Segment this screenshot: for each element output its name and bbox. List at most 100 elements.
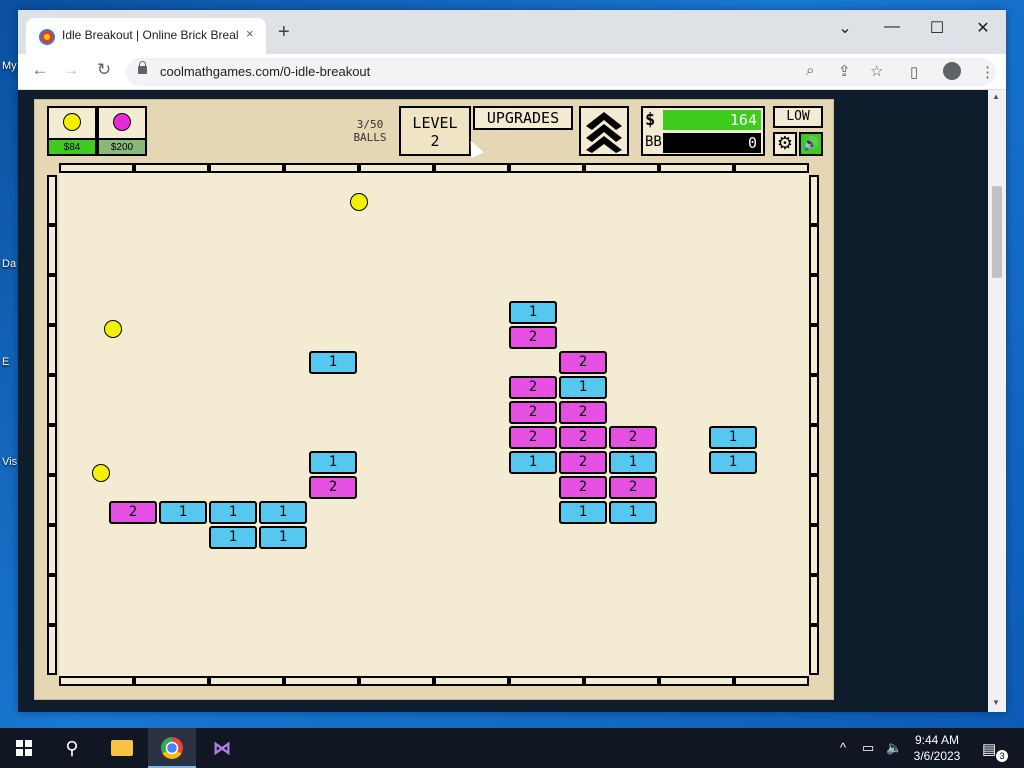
brick[interactable]: 2 — [559, 476, 607, 499]
new-tab-button[interactable]: + — [278, 22, 290, 42]
tab-strip: Idle Breakout | Online Brick Breal × + ⌄… — [18, 10, 1006, 54]
upgrades-button[interactable]: UPGRADES — [473, 106, 573, 130]
right-rail-segment — [809, 275, 819, 325]
start-button[interactable] — [0, 728, 48, 768]
brick[interactable]: 1 — [159, 501, 207, 524]
brick[interactable]: 1 — [309, 351, 357, 374]
tray-overflow-chevron-icon[interactable]: ^ — [840, 740, 846, 755]
right-rail-segment — [809, 475, 819, 525]
speaker-icon[interactable]: 🔊 — [799, 132, 823, 156]
left-rail-segment — [47, 575, 57, 625]
network-icon[interactable]: ▭ — [862, 740, 874, 756]
buy-basic-ball-button[interactable]: $84 — [47, 106, 97, 156]
gear-icon[interactable]: ⚙ — [773, 132, 797, 156]
notification-icon[interactable]: ▤ — [982, 740, 996, 758]
scrollbar-thumb[interactable] — [992, 186, 1002, 278]
brick[interactable]: 2 — [559, 401, 607, 424]
brick[interactable]: 1 — [609, 501, 657, 524]
brick[interactable]: 2 — [609, 426, 657, 449]
side-panel-icon[interactable]: ▯ — [910, 63, 918, 81]
url-text[interactable]: coolmathgames.com/0-idle-breakout — [160, 64, 370, 79]
brick[interactable]: 2 — [309, 476, 357, 499]
brick[interactable]: 2 — [109, 501, 157, 524]
back-arrow-icon[interactable]: ← — [29, 60, 51, 80]
page-scrollbar[interactable]: ▲ ▼ — [988, 90, 1006, 712]
brick[interactable]: 1 — [309, 451, 357, 474]
brick[interactable]: 2 — [609, 476, 657, 499]
brick[interactable]: 1 — [259, 501, 307, 524]
brick[interactable]: 1 — [559, 376, 607, 399]
tab-title: Idle Breakout | Online Brick Breal — [62, 28, 239, 42]
tab-idle-breakout[interactable]: Idle Breakout | Online Brick Breal × — [26, 18, 266, 54]
right-rail-segment — [809, 325, 819, 375]
desktop-icon[interactable]: Da — [2, 258, 18, 270]
right-rail-segment — [809, 375, 819, 425]
brick[interactable]: 1 — [609, 451, 657, 474]
brick[interactable]: 1 — [209, 526, 257, 549]
brick[interactable]: 2 — [509, 326, 557, 349]
file-explorer-icon[interactable] — [98, 728, 146, 768]
bottom-rail-segment — [434, 676, 509, 686]
bottom-rail-segment — [134, 676, 209, 686]
profile-avatar-icon[interactable] — [943, 62, 961, 80]
bb-symbol: BB — [645, 134, 662, 150]
bookmark-star-icon[interactable]: ☆ — [870, 62, 883, 80]
reload-icon[interactable]: ↻ — [93, 60, 115, 80]
balls-counter: 3/50 BALLS — [345, 118, 395, 144]
forward-arrow-icon[interactable]: → — [60, 60, 82, 80]
brick[interactable]: 1 — [709, 451, 757, 474]
brick[interactable]: 1 — [259, 526, 307, 549]
brick[interactable]: 1 — [509, 451, 557, 474]
share-icon[interactable]: ⇪ — [838, 62, 851, 80]
tab-search-button[interactable]: ⌄ — [835, 18, 855, 38]
brick[interactable]: 1 — [559, 501, 607, 524]
top-rail-segment — [359, 163, 434, 173]
brick[interactable]: 2 — [509, 376, 557, 399]
right-rail-segment — [809, 525, 819, 575]
basic-ball-price: $84 — [49, 138, 95, 154]
search-icon[interactable]: ⚲ — [48, 728, 96, 768]
menu-kebab-icon[interactable]: ⋮ — [980, 63, 995, 81]
brick[interactable]: 2 — [559, 451, 607, 474]
brick[interactable]: 2 — [559, 426, 607, 449]
clock-date: 3/6/2023 — [913, 749, 961, 763]
game-ball — [104, 320, 122, 338]
quality-low-button[interactable]: LOW — [773, 106, 823, 128]
prestige-button[interactable] — [579, 106, 629, 156]
scroll-up-icon[interactable]: ▲ — [992, 92, 1000, 101]
left-rail-segment — [47, 225, 57, 275]
desktop-icon[interactable]: E — [2, 356, 18, 368]
brick[interactable]: 1 — [509, 301, 557, 324]
top-rail-segment — [434, 163, 509, 173]
brick[interactable]: 1 — [709, 426, 757, 449]
brick[interactable]: 2 — [559, 351, 607, 374]
bottom-rail-segment — [359, 676, 434, 686]
windows-logo-icon — [16, 740, 32, 756]
brick[interactable]: 2 — [509, 426, 557, 449]
buy-plasma-ball-button[interactable]: $200 — [97, 106, 147, 156]
address-bar[interactable]: coolmathgames.com/0-idle-breakout ⌕ ⇪ ☆ — [126, 58, 996, 86]
level-value: 2 — [430, 132, 440, 150]
top-rail-segment — [134, 163, 209, 173]
desktop-icon[interactable]: My — [2, 60, 18, 72]
close-window-button[interactable]: ✕ — [973, 18, 993, 38]
right-rail-segment — [809, 575, 819, 625]
bottom-rail-segment — [284, 676, 359, 686]
system-clock[interactable]: 9:44 AM 3/6/2023 — [902, 732, 972, 764]
level-button[interactable]: LEVEL 2 — [399, 106, 471, 156]
visual-studio-icon[interactable]: ⋈ — [198, 728, 246, 768]
tab-close-icon[interactable]: × — [246, 26, 254, 41]
brick[interactable]: 1 — [209, 501, 257, 524]
desktop-icon[interactable]: Vis — [2, 456, 18, 468]
top-rail-segment — [659, 163, 734, 173]
minimize-button[interactable]: — — [882, 18, 902, 36]
scroll-down-icon[interactable]: ▼ — [992, 698, 1000, 707]
play-field[interactable] — [59, 172, 809, 682]
brick[interactable]: 2 — [509, 401, 557, 424]
maximize-button[interactable]: ☐ — [927, 18, 947, 38]
chrome-icon[interactable] — [148, 728, 196, 768]
volume-icon[interactable]: 🔈 — [886, 740, 902, 756]
zoom-search-icon[interactable]: ⌕ — [806, 62, 814, 79]
plasma-ball-price: $200 — [99, 138, 145, 154]
basic-ball-icon — [63, 113, 81, 131]
